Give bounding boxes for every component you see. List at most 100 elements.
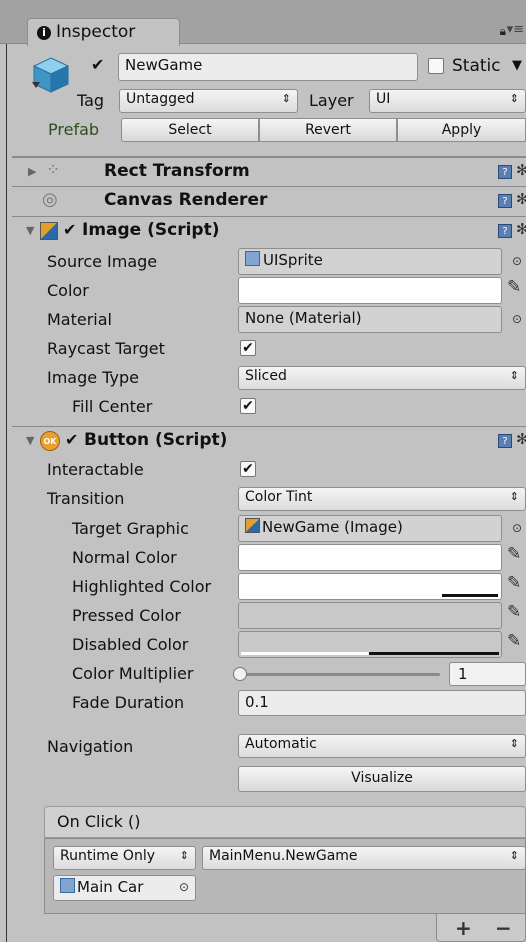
sprite-icon bbox=[245, 251, 260, 266]
foldout-expanded-icon[interactable]: ▼ bbox=[26, 434, 34, 447]
button-component-icon: OK bbox=[40, 431, 60, 451]
material-field[interactable]: None (Material) bbox=[238, 306, 502, 333]
gear-icon[interactable]: ✻ bbox=[516, 161, 526, 179]
gear-icon[interactable]: ✻ bbox=[516, 430, 526, 448]
eyedropper-icon[interactable]: ✎ bbox=[507, 631, 521, 651]
source-image-field[interactable]: UISprite bbox=[238, 248, 502, 275]
layer-dropdown[interactable]: UI ⇕ bbox=[369, 89, 526, 113]
gear-icon[interactable]: ✻ bbox=[516, 220, 526, 238]
image-type-dropdown[interactable]: Sliced ⇕ bbox=[238, 366, 526, 390]
rect-transform-title: Rect Transform bbox=[104, 161, 250, 181]
help-icon[interactable]: ? bbox=[498, 194, 512, 208]
image-script-header[interactable]: ▼ ✔ Image (Script) ? ✻ bbox=[12, 216, 526, 246]
remove-listener-button[interactable]: − bbox=[495, 916, 512, 940]
disabled-color-field[interactable] bbox=[238, 631, 502, 658]
name-field[interactable]: NewGame bbox=[118, 53, 418, 81]
image-script-title: Image (Script) bbox=[82, 220, 220, 240]
pressed-color-field[interactable] bbox=[238, 602, 502, 629]
interactable-label: Interactable bbox=[47, 460, 144, 479]
image-type-label: Image Type bbox=[47, 368, 139, 387]
eyedropper-icon[interactable]: ✎ bbox=[507, 544, 521, 564]
color-multiplier-field[interactable]: 1 bbox=[449, 662, 526, 686]
prefab-revert-button[interactable]: Revert bbox=[259, 118, 397, 142]
prefab-apply-button[interactable]: Apply bbox=[397, 118, 526, 142]
function-dropdown[interactable]: MainMenu.NewGame ⇕ bbox=[202, 846, 526, 870]
foldout-collapsed-icon[interactable]: ▶ bbox=[28, 165, 36, 178]
lock-icon[interactable]: 🔒︎ bbox=[500, 24, 506, 39]
prefab-label: Prefab bbox=[48, 120, 100, 139]
button-script-title: Button (Script) bbox=[84, 430, 228, 450]
raycast-target-label: Raycast Target bbox=[47, 339, 165, 358]
image-enabled-checkbox[interactable]: ✔ bbox=[63, 222, 79, 238]
tag-dropdown[interactable]: Untagged ⇕ bbox=[119, 89, 298, 113]
navigation-dropdown[interactable]: Automatic ⇕ bbox=[238, 734, 526, 758]
fade-duration-label: Fade Duration bbox=[72, 693, 185, 712]
alpha-bar bbox=[369, 652, 499, 655]
alpha-bar bbox=[442, 594, 498, 597]
transition-dropdown[interactable]: Color Tint ⇕ bbox=[238, 487, 526, 511]
color-multiplier-label: Color Multiplier bbox=[72, 664, 194, 683]
interactable-checkbox[interactable]: ✔ bbox=[240, 461, 256, 477]
tag-value: Untagged bbox=[126, 91, 195, 107]
fill-center-checkbox[interactable]: ✔ bbox=[240, 398, 256, 414]
alpha-bar-white bbox=[241, 652, 369, 655]
button-script-header[interactable]: ▼ OK ✔ Button (Script) ? ✻ bbox=[12, 426, 526, 456]
prefab-select-button[interactable]: Select bbox=[121, 118, 259, 142]
color-multiplier-slider-track[interactable] bbox=[240, 673, 440, 676]
object-picker-icon[interactable]: ⊙ bbox=[179, 880, 189, 894]
foldout-expanded-icon[interactable]: ▼ bbox=[26, 224, 34, 237]
dropdown-arrow-icon: ⇕ bbox=[509, 849, 519, 862]
color-multiplier-slider-knob[interactable] bbox=[233, 667, 247, 681]
static-dropdown-icon[interactable]: ▼ bbox=[512, 58, 522, 73]
onclick-footer: + − bbox=[436, 914, 526, 942]
eyedropper-icon[interactable]: ✎ bbox=[507, 573, 521, 593]
color-field[interactable] bbox=[238, 277, 502, 304]
info-icon: i bbox=[37, 26, 51, 40]
gameobject-cube-icon bbox=[32, 57, 70, 93]
button-enabled-checkbox[interactable]: ✔ bbox=[65, 432, 81, 448]
canvas-renderer-header[interactable]: ◎ Canvas Renderer ? ✻ bbox=[12, 186, 526, 216]
onclick-object-field[interactable]: Main Car ⊙ bbox=[53, 875, 196, 901]
dropdown-arrow-icon: ⇕ bbox=[179, 849, 189, 862]
object-picker-icon[interactable]: ⊙ bbox=[512, 254, 522, 268]
highlighted-color-field[interactable] bbox=[238, 573, 502, 600]
context-menu-icon[interactable]: ▾≡ bbox=[507, 22, 524, 37]
rect-transform-header[interactable]: ▶ ⁘ Rect Transform ? ✻ bbox=[12, 156, 526, 186]
dropdown-arrow-icon: ⇕ bbox=[509, 369, 519, 382]
static-checkbox[interactable] bbox=[428, 58, 444, 74]
visualize-button[interactable]: Visualize bbox=[238, 766, 526, 792]
active-checkbox[interactable]: ✔ bbox=[91, 57, 107, 73]
object-picker-icon[interactable]: ⊙ bbox=[512, 312, 522, 326]
help-icon[interactable]: ? bbox=[498, 165, 512, 179]
tab-inspector[interactable]: i Inspector bbox=[27, 18, 180, 46]
inspector-window: i Inspector 🔒︎ ▾≡ ✔ NewGame Static ▼ Tag … bbox=[0, 0, 526, 942]
layer-value: UI bbox=[376, 91, 391, 107]
runtime-value: Runtime Only bbox=[60, 848, 155, 864]
fill-center-label: Fill Center bbox=[72, 397, 153, 416]
add-listener-button[interactable]: + bbox=[455, 916, 472, 940]
tag-label: Tag bbox=[77, 91, 105, 110]
onclick-title: On Click () bbox=[57, 812, 141, 831]
target-graphic-field[interactable]: NewGame (Image) bbox=[238, 515, 502, 542]
runtime-dropdown[interactable]: Runtime Only ⇕ bbox=[53, 846, 196, 870]
tab-label: Inspector bbox=[56, 22, 136, 42]
raycast-target-checkbox[interactable]: ✔ bbox=[240, 340, 256, 356]
fade-duration-field[interactable]: 0.1 bbox=[238, 690, 526, 716]
layer-label: Layer bbox=[309, 91, 354, 110]
image-component-icon bbox=[245, 518, 260, 533]
dropdown-arrow-icon: ⇕ bbox=[509, 92, 519, 105]
color-label: Color bbox=[47, 281, 89, 300]
target-graphic-label: Target Graphic bbox=[72, 519, 189, 538]
help-icon[interactable]: ? bbox=[498, 434, 512, 448]
gear-icon[interactable]: ✻ bbox=[516, 190, 526, 208]
disabled-color-label: Disabled Color bbox=[72, 635, 189, 654]
object-picker-icon[interactable]: ⊙ bbox=[512, 521, 522, 535]
onclick-object-value: Main Car bbox=[77, 878, 144, 896]
eyedropper-icon[interactable]: ✎ bbox=[507, 277, 521, 297]
help-icon[interactable]: ? bbox=[498, 224, 512, 238]
static-label: Static bbox=[452, 56, 501, 76]
material-label: Material bbox=[47, 310, 112, 329]
normal-color-field[interactable] bbox=[238, 544, 502, 571]
normal-color-label: Normal Color bbox=[72, 548, 177, 567]
eyedropper-icon[interactable]: ✎ bbox=[507, 602, 521, 622]
